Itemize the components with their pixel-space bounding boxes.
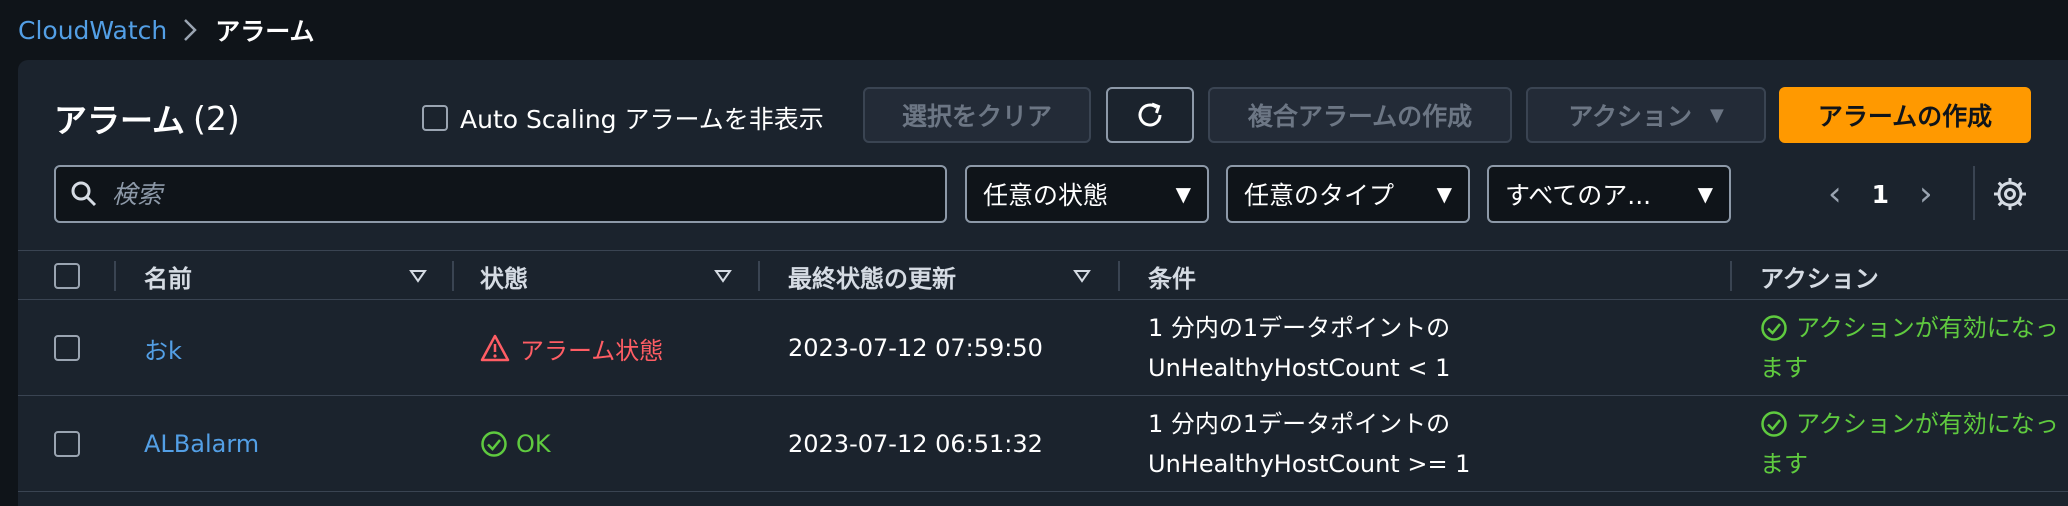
check-circle-icon [1761, 315, 1787, 341]
actions-status-text-2: ます [1760, 354, 1808, 382]
condition-line-1: 1 分内の1データポイントの [1148, 314, 1451, 342]
actions-dropdown-label: アクション [1568, 102, 1692, 131]
search-box[interactable] [54, 165, 947, 223]
state-filter-value: 任意の状態 [983, 181, 1109, 210]
actions-status-line-1: アクションが有効になっ [1760, 308, 2068, 348]
sort-caret-icon[interactable] [713, 266, 733, 286]
column-divider [1118, 261, 1120, 291]
actions-dropdown-button[interactable]: アクション ▼ [1526, 87, 1766, 143]
ok-state: OK [480, 396, 551, 492]
alarm-actions-status: アクションが有効になっ ます [1760, 308, 2068, 388]
refresh-icon [1138, 102, 1162, 127]
create-composite-alarm-button[interactable]: 複合アラームの作成 [1208, 87, 1512, 143]
caret-down-icon: ▼ [1175, 182, 1191, 206]
breadcrumb: CloudWatch アラーム [18, 0, 315, 60]
search-icon [71, 181, 97, 207]
caret-down-icon: ▼ [1697, 182, 1713, 206]
alarm-state-label: アラーム状態 [520, 336, 664, 365]
last-updated: 2023-07-12 06:51:32 [788, 430, 1043, 458]
actions-filter-value: すべてのア... [1505, 181, 1652, 210]
hide-autoscaling-checkbox[interactable] [422, 105, 448, 131]
hide-autoscaling-label: Auto Scaling アラームを非表示 [460, 105, 824, 134]
last-updated: 2023-07-12 07:59:50 [788, 334, 1043, 362]
caret-down-icon: ▼ [1709, 104, 1724, 126]
pagination: ‹ 1 › [1828, 165, 1933, 223]
column-header-actions: アクション [1760, 264, 1879, 293]
table-header: 名前 状態 最終状態の更新 条件 アクション [18, 250, 2068, 300]
condition-line-2: UnHealthyHostCount < 1 [1148, 354, 1451, 382]
column-header-name[interactable]: 名前 [144, 251, 192, 301]
breadcrumb-current: アラーム [215, 17, 315, 46]
page-title: アラーム (2) [54, 88, 240, 148]
select-all-checkbox[interactable] [54, 263, 80, 289]
actions-filter-select[interactable]: すべてのア... ▼ [1487, 165, 1731, 223]
column-divider [452, 261, 454, 291]
ok-state-label: OK [516, 430, 551, 458]
column-divider [758, 261, 760, 291]
column-header-conditions: 条件 [1148, 264, 1196, 293]
warning-icon [480, 334, 510, 362]
clear-selection-button[interactable]: 選択をクリア [863, 87, 1091, 143]
page-title-text: アラーム [54, 101, 186, 140]
hide-autoscaling-toggle[interactable]: Auto Scaling アラームを非表示 [422, 96, 824, 140]
row-checkbox[interactable] [54, 431, 80, 457]
state-filter-select[interactable]: 任意の状態 ▼ [965, 165, 1209, 223]
column-header-state[interactable]: 状態 [480, 251, 528, 301]
sort-caret-icon[interactable] [1072, 266, 1092, 286]
column-divider [114, 261, 116, 291]
chevron-right-icon [183, 17, 199, 43]
current-page[interactable]: 1 [1872, 180, 1889, 209]
sort-caret-icon[interactable] [408, 266, 428, 286]
alarm-actions-status: アクションが有効になっ ます [1760, 404, 2068, 484]
pagination-divider [1973, 166, 1975, 220]
alarm-count: (2) [193, 98, 240, 138]
alarm-name-link[interactable]: おk [144, 300, 182, 396]
alarm-condition: 1 分内の1データポイントの UnHealthyHostCount < 1 [1148, 308, 1450, 388]
alarms-table: 名前 状態 最終状態の更新 条件 アクション おk アラーム状態 2023-07… [18, 250, 2068, 492]
gear-icon[interactable] [1992, 176, 2028, 212]
column-header-last-updated[interactable]: 最終状態の更新 [788, 251, 956, 301]
check-circle-icon [481, 431, 507, 457]
alarm-condition: 1 分内の1データポイントの UnHealthyHostCount >= 1 [1148, 404, 1470, 484]
breadcrumb-cloudwatch-link[interactable]: CloudWatch [18, 16, 167, 45]
check-circle-icon [1761, 411, 1787, 437]
actions-status-line-1: アクションが有効になっ [1760, 404, 2068, 444]
type-filter-value: 任意のタイプ [1244, 181, 1395, 210]
search-input[interactable] [112, 167, 945, 221]
condition-line-1: 1 分内の1データポイントの [1148, 410, 1451, 438]
table-row[interactable]: ALBalarm OK 2023-07-12 06:51:32 1 分内の1デー… [18, 396, 2068, 492]
actions-status-text-1: アクションが有効になっ [1796, 410, 2059, 438]
alarms-panel: アラーム (2) Auto Scaling アラームを非表示 選択をクリア 複合… [18, 60, 2068, 506]
type-filter-select[interactable]: 任意のタイプ ▼ [1226, 165, 1470, 223]
next-page-icon[interactable]: › [1919, 174, 1933, 214]
table-row[interactable]: おk アラーム状態 2023-07-12 07:59:50 1 分内の1データポ… [18, 300, 2068, 396]
row-checkbox[interactable] [54, 335, 80, 361]
caret-down-icon: ▼ [1436, 182, 1452, 206]
actions-status-text-1: アクションが有効になっ [1796, 314, 2059, 342]
alarm-name-link[interactable]: ALBalarm [144, 396, 259, 492]
alarm-state: アラーム状態 [480, 300, 663, 396]
column-divider [1730, 261, 1732, 291]
previous-page-icon[interactable]: ‹ [1828, 174, 1842, 214]
condition-line-2: UnHealthyHostCount >= 1 [1148, 450, 1471, 478]
actions-status-text-2: ます [1760, 450, 1808, 478]
create-alarm-button[interactable]: アラームの作成 [1779, 87, 2031, 143]
refresh-button[interactable] [1106, 87, 1194, 143]
